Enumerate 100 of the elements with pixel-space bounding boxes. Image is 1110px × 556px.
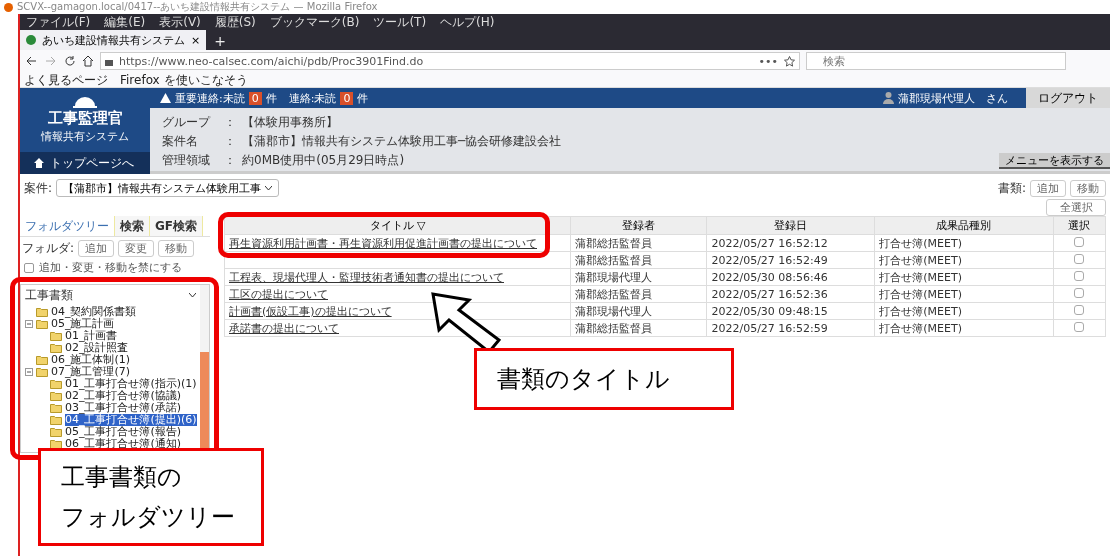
tree-item[interactable]: 06_施工体制(1) bbox=[51, 354, 131, 366]
back-icon[interactable] bbox=[24, 54, 38, 68]
info-label: 管理領域 bbox=[162, 152, 211, 169]
table-cell: 打合せ簿(MEET) bbox=[874, 234, 1054, 252]
lock-checkbox[interactable] bbox=[24, 262, 34, 273]
home-link[interactable]: トップページへ bbox=[20, 152, 150, 174]
tree-root-select[interactable]: 工事書類 bbox=[25, 287, 73, 304]
menu-item[interactable]: ヘルプ(H) bbox=[440, 15, 495, 29]
star-icon[interactable] bbox=[784, 55, 795, 67]
document-action-button[interactable]: 移動 bbox=[1070, 179, 1106, 197]
collapse-icon[interactable] bbox=[25, 368, 33, 376]
tree-item[interactable]: 02_工事打合せ簿(協議) bbox=[65, 390, 182, 402]
more-icon[interactable]: ••• bbox=[758, 54, 778, 68]
info-label: グループ bbox=[162, 114, 212, 131]
table-cell: 2022/05/30 08:56:46 bbox=[706, 268, 875, 286]
house-icon bbox=[34, 158, 44, 168]
new-tab-button[interactable]: + bbox=[206, 32, 234, 50]
row-checkbox[interactable] bbox=[1074, 253, 1085, 264]
folder-icon bbox=[50, 343, 62, 353]
table-cell: 2022/05/30 09:48:15 bbox=[706, 302, 875, 320]
lock-label: 追加・変更・移動を禁にする bbox=[39, 260, 182, 275]
folder-icon bbox=[36, 355, 48, 365]
tree-item[interactable]: 01_計画書 bbox=[65, 330, 118, 342]
column-header[interactable]: 登録日 bbox=[706, 216, 875, 235]
notice-label: 重要連絡:未読 bbox=[175, 90, 245, 106]
row-checkbox[interactable] bbox=[1074, 270, 1085, 281]
folder-icon bbox=[50, 379, 62, 389]
info-separator: ： bbox=[224, 114, 236, 131]
folder-action-button[interactable]: 変更 bbox=[118, 240, 155, 257]
show-menu-button[interactable]: メニューを表示する bbox=[999, 153, 1110, 169]
folder-icon bbox=[50, 331, 62, 341]
info-value: 【蒲郡市】情報共有システム体験用工事─協会研修建設会社 bbox=[242, 133, 562, 150]
user-name: 蒲郡現場代理人 さん bbox=[898, 90, 1008, 106]
column-header[interactable]: 登録者 bbox=[570, 216, 707, 235]
tree-item[interactable]: 02_設計照査 bbox=[65, 342, 129, 354]
callout-text: 書類のタイトル bbox=[497, 364, 671, 395]
tree-item[interactable]: 04_工事打合せ簿(提出)(6) bbox=[65, 414, 197, 426]
folder-icon bbox=[50, 403, 62, 413]
menu-item[interactable]: ファイル(F) bbox=[26, 15, 91, 29]
row-checkbox[interactable] bbox=[1074, 236, 1085, 247]
logo-title: 工事監理官 bbox=[47, 109, 123, 128]
folder-icon bbox=[50, 415, 62, 425]
logout-button[interactable]: ログアウト bbox=[1026, 88, 1110, 108]
tree-item[interactable]: 07_施工管理(7) bbox=[51, 366, 131, 378]
reload-icon[interactable] bbox=[64, 55, 76, 67]
table-cell: 打合せ簿(MEET) bbox=[874, 285, 1054, 303]
menu-item[interactable]: ブックマーク(B) bbox=[269, 15, 360, 29]
tree-item[interactable]: 04_契約関係書類 bbox=[51, 306, 137, 318]
project-select[interactable]: 【蒲郡市】情報共有システム体験用工事 bbox=[56, 179, 280, 197]
collapse-icon[interactable] bbox=[25, 320, 33, 328]
chevron-icon bbox=[265, 185, 273, 191]
table-cell: 打合せ簿(MEET) bbox=[874, 251, 1054, 269]
bookmark-link[interactable]: よく見るページ bbox=[24, 72, 108, 87]
menu-item[interactable]: 履歴(S) bbox=[214, 15, 256, 29]
unread-count[interactable]: 0 bbox=[340, 91, 354, 105]
tree-item[interactable]: 03_工事打合せ簿(承諾) bbox=[65, 402, 182, 414]
tree-item[interactable]: 05_工事打合せ簿(報告) bbox=[65, 426, 182, 438]
bookmark-link[interactable]: Firefox を使いこなそう bbox=[120, 72, 248, 87]
window-title: SCVX--gamagon.local/0417--あいち建設情報共有システム — Mozilla Firefox bbox=[17, 0, 378, 14]
menu-item[interactable]: 表示(V) bbox=[159, 15, 201, 29]
folder-icon bbox=[50, 391, 62, 401]
table-cell: 蒲郡総括監督員 bbox=[570, 251, 707, 269]
tree-item[interactable]: 01_工事打合せ簿(指示)(1) bbox=[65, 378, 197, 390]
select-all-button[interactable]: 全選択 bbox=[1046, 199, 1106, 216]
browser-logo-icon bbox=[4, 2, 13, 12]
row-checkbox[interactable] bbox=[1074, 304, 1085, 315]
folder-action-button[interactable]: 移動 bbox=[158, 240, 195, 257]
table-cell: 蒲郡総括監督員 bbox=[570, 234, 707, 252]
home-icon[interactable] bbox=[82, 55, 94, 67]
column-header[interactable]: 成果品種別 bbox=[874, 216, 1054, 235]
warning-icon bbox=[160, 93, 171, 103]
notice-unit: 件 bbox=[265, 90, 277, 106]
close-icon[interactable]: × bbox=[191, 33, 201, 47]
tree-item[interactable]: 05_施工計画 bbox=[51, 318, 115, 330]
project-label: 案件: bbox=[24, 179, 53, 197]
search-field[interactable]: 検索 bbox=[806, 52, 1066, 70]
folder-icon bbox=[50, 427, 62, 437]
table-cell: 2022/05/27 16:52:36 bbox=[706, 285, 875, 303]
browser-tab[interactable]: あいち建設情報共有システム × bbox=[20, 30, 207, 50]
documents-label: 書類: bbox=[997, 179, 1026, 197]
info-value: 【体験用事務所】 bbox=[242, 114, 338, 131]
document-action-button[interactable]: 追加 bbox=[1030, 179, 1066, 197]
side-tab[interactable]: GF検索 bbox=[150, 216, 204, 236]
column-header[interactable]: 選択 bbox=[1053, 216, 1106, 235]
folder-action-button[interactable]: 追加 bbox=[78, 240, 115, 257]
callout-text: 工事書類の bbox=[61, 462, 183, 493]
side-tab[interactable]: 検索 bbox=[115, 216, 150, 236]
folder-icon bbox=[36, 367, 48, 377]
chevron-icon[interactable] bbox=[189, 293, 196, 298]
row-checkbox[interactable] bbox=[1074, 321, 1085, 332]
menu-item[interactable]: 編集(E) bbox=[104, 15, 146, 29]
notice-unit: 件 bbox=[357, 90, 369, 106]
table-cell: 打合せ簿(MEET) bbox=[874, 268, 1054, 286]
unread-count[interactable]: 0 bbox=[248, 91, 262, 105]
menu-item[interactable]: ツール(T) bbox=[373, 15, 427, 29]
row-checkbox[interactable] bbox=[1074, 287, 1085, 298]
forward-icon[interactable] bbox=[44, 54, 58, 68]
table-cell: 2022/05/27 16:52:49 bbox=[706, 251, 875, 269]
address-bar[interactable]: https://www.neo-calsec.com/aichi/pdb/Proc3901Find.do ••• bbox=[100, 52, 800, 70]
info-separator: ： bbox=[224, 133, 236, 150]
